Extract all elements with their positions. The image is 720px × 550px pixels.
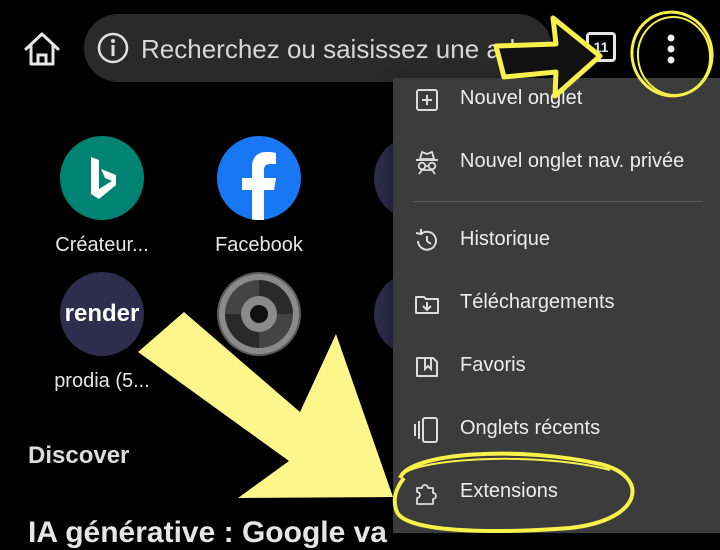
menu-item-label: Favoris xyxy=(460,354,526,376)
menu-item-label: Onglets récents xyxy=(460,417,601,439)
render-icon: render xyxy=(60,272,144,356)
discover-heading: Discover xyxy=(28,442,130,469)
menu-item-incognito[interactable]: Nouvel onglet nav. privée xyxy=(393,135,720,191)
tab-count: 11 xyxy=(593,39,609,55)
overflow-menu: Nouvel onglet Nouvel onglet nav. privée … xyxy=(393,78,720,533)
home-icon xyxy=(24,32,60,66)
address-placeholder: Recherchez ou saisissez une adr xyxy=(141,34,524,64)
shortcut-label: Facebook xyxy=(215,234,303,256)
history-icon xyxy=(415,229,437,251)
menu-item-label: Historique xyxy=(460,228,551,250)
menu-item-label: Extensions xyxy=(460,480,558,502)
facebook-icon xyxy=(217,136,301,220)
tab-switcher-button[interactable]: 11 xyxy=(586,32,616,62)
menu-item-downloads[interactable]: Téléchargements xyxy=(393,276,720,332)
shortcut-label: Créateur... xyxy=(55,234,149,256)
incognito-icon xyxy=(416,150,438,175)
home-button[interactable] xyxy=(20,30,64,68)
shortcut-tile[interactable]: render prodia (5... xyxy=(27,272,177,393)
shortcut-tile[interactable]: Créateur... xyxy=(27,136,177,257)
menu-divider xyxy=(413,201,703,202)
more-vertical-icon xyxy=(667,34,675,64)
more-options-button[interactable] xyxy=(660,30,682,70)
shortcut-label: prodia (5... xyxy=(54,370,150,392)
puzzle-icon xyxy=(416,484,437,505)
recent-tabs-icon xyxy=(414,417,438,443)
menu-item-label: Nouvel onglet nav. privée xyxy=(460,150,685,172)
bing-icon xyxy=(60,136,144,220)
info-icon[interactable] xyxy=(96,31,130,65)
new-tab-icon xyxy=(416,89,438,111)
shortcut-tile[interactable]: Facebook xyxy=(184,136,334,257)
menu-item-history[interactable]: Historique xyxy=(393,213,720,269)
spiral-logo-icon xyxy=(217,272,301,356)
menu-item-bookmarks[interactable]: Favoris xyxy=(393,339,720,395)
menu-item-recent-tabs[interactable]: Onglets récents xyxy=(393,402,720,458)
menu-item-extensions[interactable]: Extensions xyxy=(393,465,720,521)
discover-article-headline[interactable]: IA générative : Google va xyxy=(28,516,387,550)
download-icon xyxy=(415,296,439,314)
menu-item-label: Nouvel onglet xyxy=(460,87,583,109)
menu-item-label: Téléchargements xyxy=(460,291,615,313)
menu-item-new-tab[interactable]: Nouvel onglet xyxy=(393,72,720,128)
bookmark-icon xyxy=(416,357,438,377)
shortcut-tile[interactable] xyxy=(184,272,334,370)
